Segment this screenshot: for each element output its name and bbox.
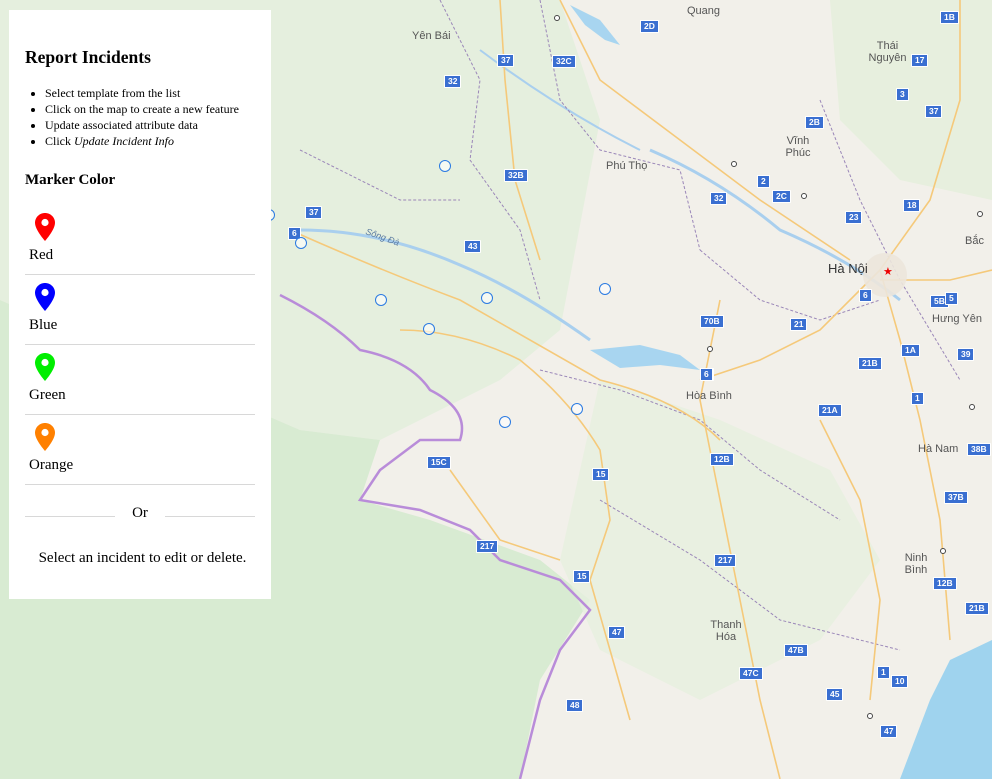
template-item-green[interactable]: Green <box>25 345 255 415</box>
place-label: Hà Nội <box>828 261 868 276</box>
template-item-orange[interactable]: Orange <box>25 415 255 485</box>
city-dot <box>707 346 713 352</box>
highway-shield: 32C <box>552 55 576 68</box>
incident-marker[interactable] <box>423 323 435 335</box>
place-label: Hà Nam <box>918 443 959 455</box>
place-label: Bắc <box>965 235 984 247</box>
instruction-item: Select template from the list <box>45 85 285 101</box>
highway-shield: 45 <box>826 688 844 701</box>
instruction-item: Update associated attribute data <box>45 117 285 133</box>
map-pin-icon <box>35 423 55 451</box>
city-dot <box>554 15 560 21</box>
instructions-list: Select template from the list Click on t… <box>25 85 285 149</box>
highway-shield: 15C <box>427 456 451 469</box>
highway-shield: 32 <box>710 192 728 205</box>
highway-shield: 2B <box>805 116 824 129</box>
city-dot <box>969 404 975 410</box>
highway-shield: 2C <box>772 190 791 203</box>
instruction-item: Click Update Incident Info <box>45 133 285 149</box>
panel-title: Report Incidents <box>25 47 151 67</box>
place-label: Hòa Bình <box>686 390 732 402</box>
place-label: Thanh Hóa <box>710 619 742 643</box>
place-label: Thái Nguyên <box>868 40 907 64</box>
highway-shield: 32 <box>444 75 462 88</box>
city-dot <box>801 193 807 199</box>
highway-shield: 23 <box>845 211 863 224</box>
highway-shield: 43 <box>464 240 482 253</box>
place-label: Yên Bái <box>412 30 451 42</box>
highway-shield: 47 <box>608 626 626 639</box>
city-dot <box>940 548 946 554</box>
highway-shield: 15 <box>592 468 610 481</box>
incident-marker[interactable] <box>375 294 387 306</box>
highway-shield: 6 <box>700 368 713 381</box>
highway-shield: 217 <box>714 554 737 567</box>
marker-color-heading: Marker Color <box>25 172 116 188</box>
template-label: Orange <box>29 457 74 473</box>
highway-shield: 6 <box>859 289 872 302</box>
highway-shield: 48 <box>566 699 584 712</box>
highway-shield: 37 <box>925 105 943 118</box>
report-incidents-panel: Report Incidents Select template from th… <box>9 10 271 599</box>
place-label: Quang <box>687 5 721 17</box>
instruction-click-prefix: Click <box>45 134 74 148</box>
select-incident-text: Select an incident to edit or delete. <box>38 550 247 566</box>
highway-shield: 21B <box>858 357 882 370</box>
highway-shield: 17 <box>911 54 929 67</box>
highway-shield: 10 <box>891 675 909 688</box>
incident-marker[interactable] <box>571 403 583 415</box>
highway-shield: 1A <box>901 344 920 357</box>
highway-shield: 1 <box>911 392 924 405</box>
incident-marker[interactable] <box>439 160 451 172</box>
place-label: Hưng Yên <box>932 313 982 325</box>
template-label: Green <box>29 387 66 403</box>
incident-marker[interactable] <box>599 283 611 295</box>
template-item-blue[interactable]: Blue <box>25 275 255 345</box>
highway-shield: 37 <box>305 206 323 219</box>
map-pin-icon <box>35 213 55 241</box>
highway-shield: 2 <box>757 175 770 188</box>
place-label: Phú Thọ <box>606 160 648 172</box>
highway-shield: 32B <box>504 169 528 182</box>
highway-shield: 47 <box>880 725 898 738</box>
instruction-item: Click on the map to create a new feature <box>45 101 285 117</box>
highway-shield: 1B <box>940 11 959 24</box>
highway-shield: 70B <box>700 315 724 328</box>
highway-shield: 21A <box>818 404 842 417</box>
or-text: Or <box>132 505 148 521</box>
template-label: Blue <box>29 317 58 333</box>
capital-star-icon: ★ <box>883 265 893 278</box>
city-dot <box>977 211 983 217</box>
highway-shield: 39 <box>957 348 975 361</box>
incident-marker[interactable] <box>499 416 511 428</box>
city-dot <box>867 713 873 719</box>
place-label: Ninh Bình <box>904 552 928 576</box>
instruction-click-emphasis: Update Incident Info <box>74 134 174 148</box>
highway-shield: 37 <box>497 54 515 67</box>
highway-shield: 2D <box>640 20 659 33</box>
highway-shield: 15 <box>573 570 591 583</box>
highway-shield: 12B <box>710 453 734 466</box>
city-dot <box>731 161 737 167</box>
highway-shield: 3 <box>896 88 909 101</box>
incident-marker[interactable] <box>295 237 307 249</box>
highway-shield: 21 <box>790 318 808 331</box>
incident-marker[interactable] <box>481 292 493 304</box>
highway-shield: 1 <box>877 666 890 679</box>
highway-shield: 47B <box>784 644 808 657</box>
place-label: Vĩnh Phúc <box>785 135 811 159</box>
highway-shield: 38B <box>967 443 991 456</box>
template-label: Red <box>29 247 54 263</box>
highway-shield: 18 <box>903 199 921 212</box>
map-pin-icon <box>35 353 55 381</box>
or-divider: Or <box>25 505 255 525</box>
map-pin-icon <box>35 283 55 311</box>
highway-shield: 5 <box>945 292 958 305</box>
template-item-red[interactable]: Red <box>25 205 255 275</box>
highway-shield: 47C <box>739 667 763 680</box>
highway-shield: 12B <box>933 577 957 590</box>
highway-shield: 21B <box>965 602 989 615</box>
highway-shield: 217 <box>476 540 499 553</box>
highway-shield: 37B <box>944 491 968 504</box>
